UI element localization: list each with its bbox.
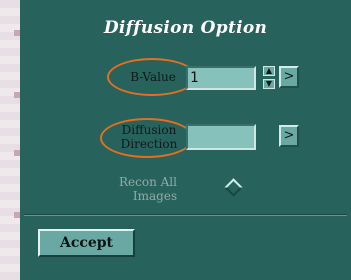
bvalue-input[interactable]: 1: [186, 66, 256, 90]
bvalue-increment-icon[interactable]: ▲: [263, 66, 275, 76]
background-edge: [0, 0, 20, 280]
recon-all-label: Recon All Images: [106, 175, 190, 203]
diffusion-option-dialog: Diffusion Option B-Value 1 ▲ ▼ > Diffusi…: [20, 0, 351, 280]
bvalue-label: B-Value: [130, 70, 176, 84]
direction-input[interactable]: [186, 124, 256, 150]
direction-arrow-button[interactable]: >: [279, 125, 299, 147]
direction-label-line2: Direction: [120, 137, 178, 151]
recon-all-label-line1: Recon All: [119, 175, 177, 189]
direction-label-line1: Diffusion: [121, 123, 177, 137]
recon-all-label-line2: Images: [132, 189, 178, 203]
accept-button[interactable]: Accept: [38, 229, 135, 257]
dialog-title: Diffusion Option: [103, 18, 268, 38]
recon-all-toggle[interactable]: [224, 178, 243, 197]
dialog-divider: [24, 214, 347, 216]
direction-label: Diffusion Direction: [112, 123, 186, 151]
bvalue-decrement-icon[interactable]: ▼: [263, 79, 275, 89]
bvalue-arrow-button[interactable]: >: [279, 66, 299, 88]
